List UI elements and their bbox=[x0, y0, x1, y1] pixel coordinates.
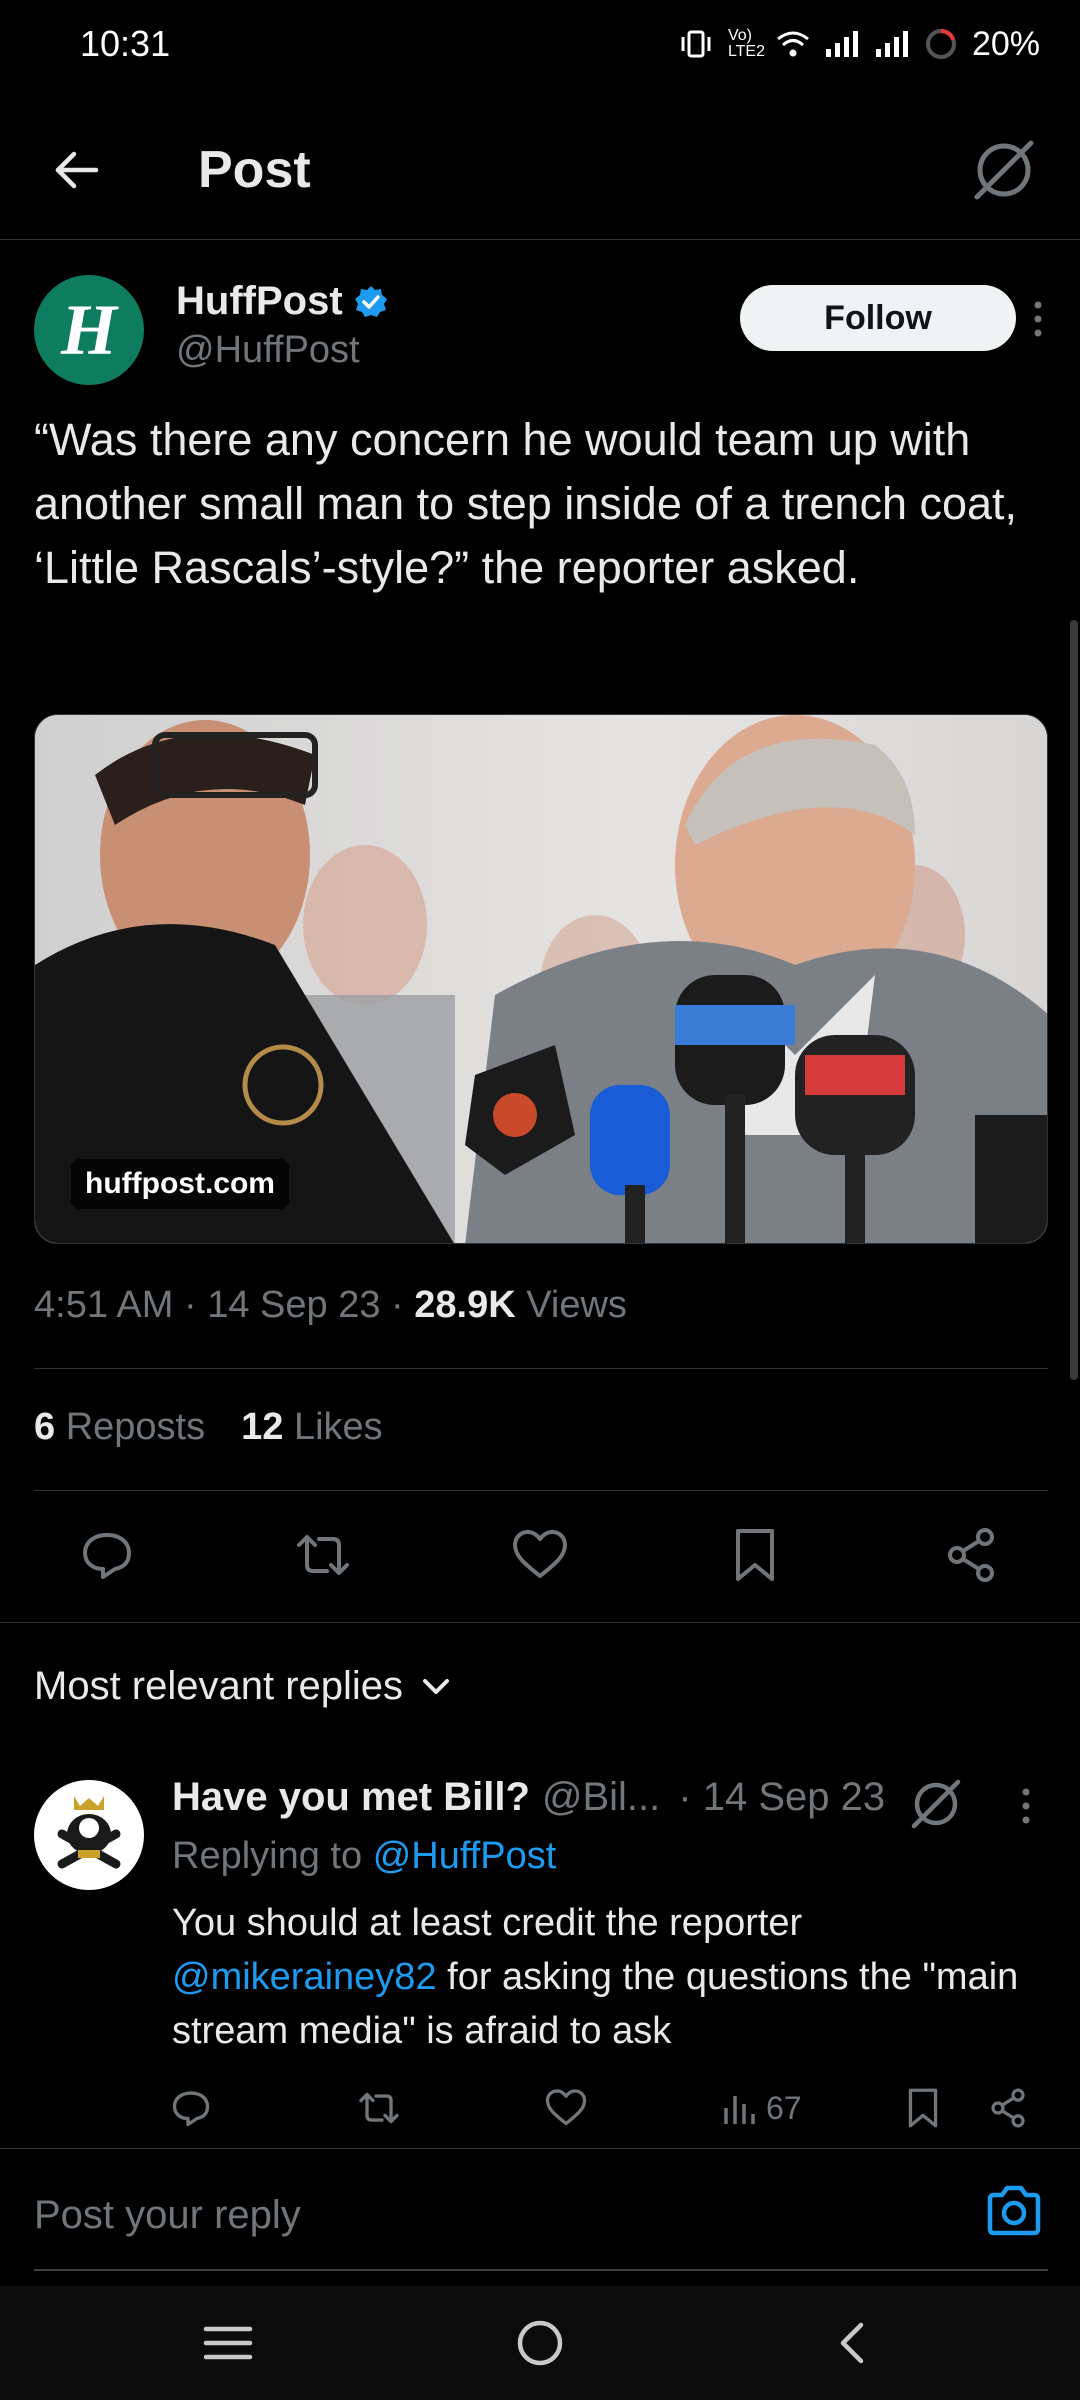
wifi-icon bbox=[777, 31, 809, 57]
battery-percent: 20% bbox=[971, 24, 1040, 63]
home-button[interactable] bbox=[500, 2308, 580, 2378]
author-handle[interactable]: @HuffPost bbox=[176, 329, 360, 372]
like-icon bbox=[545, 2089, 587, 2126]
page-title: Post bbox=[198, 140, 311, 199]
bookmark-button[interactable] bbox=[720, 1520, 790, 1590]
reply-author-handle[interactable]: @Bil... bbox=[542, 1775, 660, 1820]
signal-icon-1 bbox=[825, 31, 858, 57]
post-action-bar bbox=[0, 1520, 1080, 1590]
replying-prefix: Replying to bbox=[172, 1835, 363, 1877]
signal-icon-2 bbox=[875, 31, 908, 57]
network-label: Vo) LTE2 bbox=[727, 27, 765, 60]
reply-author-name[interactable]: Have you met Bill? bbox=[172, 1775, 530, 1820]
avatar-letter: H bbox=[60, 289, 117, 370]
follow-button[interactable]: Follow bbox=[740, 285, 1016, 351]
views-count: 28.9K bbox=[414, 1284, 516, 1326]
reply-icon bbox=[172, 2091, 210, 2127]
post-text: “Was there any concern he would team up … bbox=[34, 414, 1018, 593]
crest-logo bbox=[57, 1796, 121, 1869]
reposts-label: Reposts bbox=[65, 1406, 206, 1448]
reply-views-button[interactable]: 67 bbox=[722, 2078, 802, 2138]
reply-input[interactable] bbox=[34, 2193, 934, 2238]
reply-header: Have you met Bill? @Bil... · 14 Sep 23 bbox=[172, 1775, 885, 1820]
recent-apps-button[interactable] bbox=[188, 2308, 268, 2378]
post-stats: 6 Reposts 12 Likes bbox=[34, 1406, 383, 1449]
mention-link[interactable]: @mikerainey82 bbox=[172, 1956, 437, 1998]
home-circle-icon bbox=[517, 2320, 563, 2366]
back-button[interactable] bbox=[36, 130, 116, 210]
likes-stat[interactable]: 12 Likes bbox=[241, 1406, 383, 1449]
divider bbox=[34, 1490, 1048, 1491]
reposts-stat[interactable]: 6 Reposts bbox=[34, 1406, 205, 1449]
reply-date: · 14 Sep 23 bbox=[678, 1775, 886, 1819]
scrollbar[interactable] bbox=[1070, 620, 1078, 1380]
reply-action-bar: 67 bbox=[160, 2078, 1040, 2138]
post-author: H HuffPost @HuffPost Follow bbox=[34, 275, 1046, 385]
reply-like-button[interactable] bbox=[544, 2078, 588, 2138]
vibrate-icon bbox=[681, 30, 711, 58]
share-icon bbox=[991, 2088, 1025, 2128]
reply-button[interactable] bbox=[72, 1520, 142, 1590]
reply-text: You should at least credit the reporter … bbox=[172, 1896, 1052, 2058]
chevron-down-icon bbox=[423, 1678, 450, 1694]
like-button[interactable] bbox=[505, 1520, 575, 1590]
reply-composer bbox=[0, 2148, 1080, 2272]
camera-icon[interactable] bbox=[984, 2181, 1044, 2241]
battery-ring-icon bbox=[925, 29, 956, 59]
nav-back-button[interactable] bbox=[812, 2308, 892, 2378]
reply-share-button[interactable] bbox=[988, 2078, 1028, 2138]
repost-icon bbox=[359, 2092, 399, 2124]
divider bbox=[0, 1622, 1080, 1623]
reply-avatar[interactable] bbox=[34, 1780, 144, 1890]
share-button[interactable] bbox=[936, 1520, 1006, 1590]
reply-reply-button[interactable] bbox=[170, 2078, 212, 2138]
replying-to-link[interactable]: @HuffPost bbox=[373, 1835, 557, 1877]
media-domain-label: huffpost.com bbox=[71, 1159, 289, 1209]
reply-icon bbox=[83, 1533, 131, 1579]
grok-button[interactable] bbox=[964, 130, 1044, 210]
post-date: 14 Sep 23 bbox=[207, 1284, 381, 1326]
post-meta: 4:51 AM · 14 Sep 23 · 28.9K Views bbox=[34, 1284, 627, 1326]
bookmark-icon bbox=[736, 1529, 774, 1581]
post-time: 4:51 AM bbox=[34, 1284, 174, 1326]
likes-count: 12 bbox=[241, 1406, 284, 1448]
replying-to: Replying to @HuffPost bbox=[172, 1835, 556, 1878]
repost-icon bbox=[297, 1535, 349, 1575]
post-media-card[interactable]: huffpost.com bbox=[34, 714, 1048, 1244]
back-arrow-icon bbox=[55, 151, 99, 188]
grok-icon[interactable] bbox=[908, 1776, 964, 1832]
grok-icon bbox=[974, 140, 1034, 200]
views-icon bbox=[724, 2096, 755, 2124]
composer-underline bbox=[34, 2269, 1048, 2271]
replies-sort-label: Most relevant replies bbox=[34, 1664, 404, 1708]
author-avatar[interactable]: H bbox=[34, 275, 144, 385]
status-time: 10:31 bbox=[80, 23, 171, 64]
more-vertical-icon[interactable] bbox=[1028, 299, 1048, 339]
like-icon bbox=[513, 1530, 567, 1578]
author-name-row[interactable]: HuffPost bbox=[176, 279, 389, 324]
status-bar: 10:31 Vo) LTE2 20% bbox=[0, 0, 1080, 88]
reply-views-count: 67 bbox=[766, 2089, 802, 2126]
replies-sort-dropdown[interactable]: Most relevant replies bbox=[34, 1664, 451, 1709]
bookmark-icon bbox=[908, 2088, 938, 2128]
system-nav-bar bbox=[0, 2286, 1080, 2400]
likes-label: Likes bbox=[293, 1406, 383, 1448]
reply-bookmark-button[interactable] bbox=[906, 2078, 940, 2138]
divider bbox=[34, 1368, 1048, 1369]
repost-button[interactable] bbox=[288, 1520, 358, 1590]
nav-back-icon bbox=[840, 2322, 864, 2364]
more-vertical-icon[interactable] bbox=[1016, 1786, 1036, 1826]
top-app-bar: Post bbox=[0, 100, 1080, 240]
views-label: Views bbox=[526, 1284, 627, 1326]
verified-badge-icon bbox=[354, 285, 387, 317]
share-icon bbox=[948, 1528, 994, 1582]
reply-text-before: You should at least credit the reporter bbox=[172, 1902, 803, 1944]
reply-repost-button[interactable] bbox=[356, 2078, 402, 2138]
menu-icon bbox=[203, 2326, 253, 2360]
author-name: HuffPost bbox=[176, 279, 343, 323]
status-icons: Vo) LTE2 20% bbox=[678, 25, 1040, 64]
reposts-count: 6 bbox=[34, 1406, 56, 1448]
